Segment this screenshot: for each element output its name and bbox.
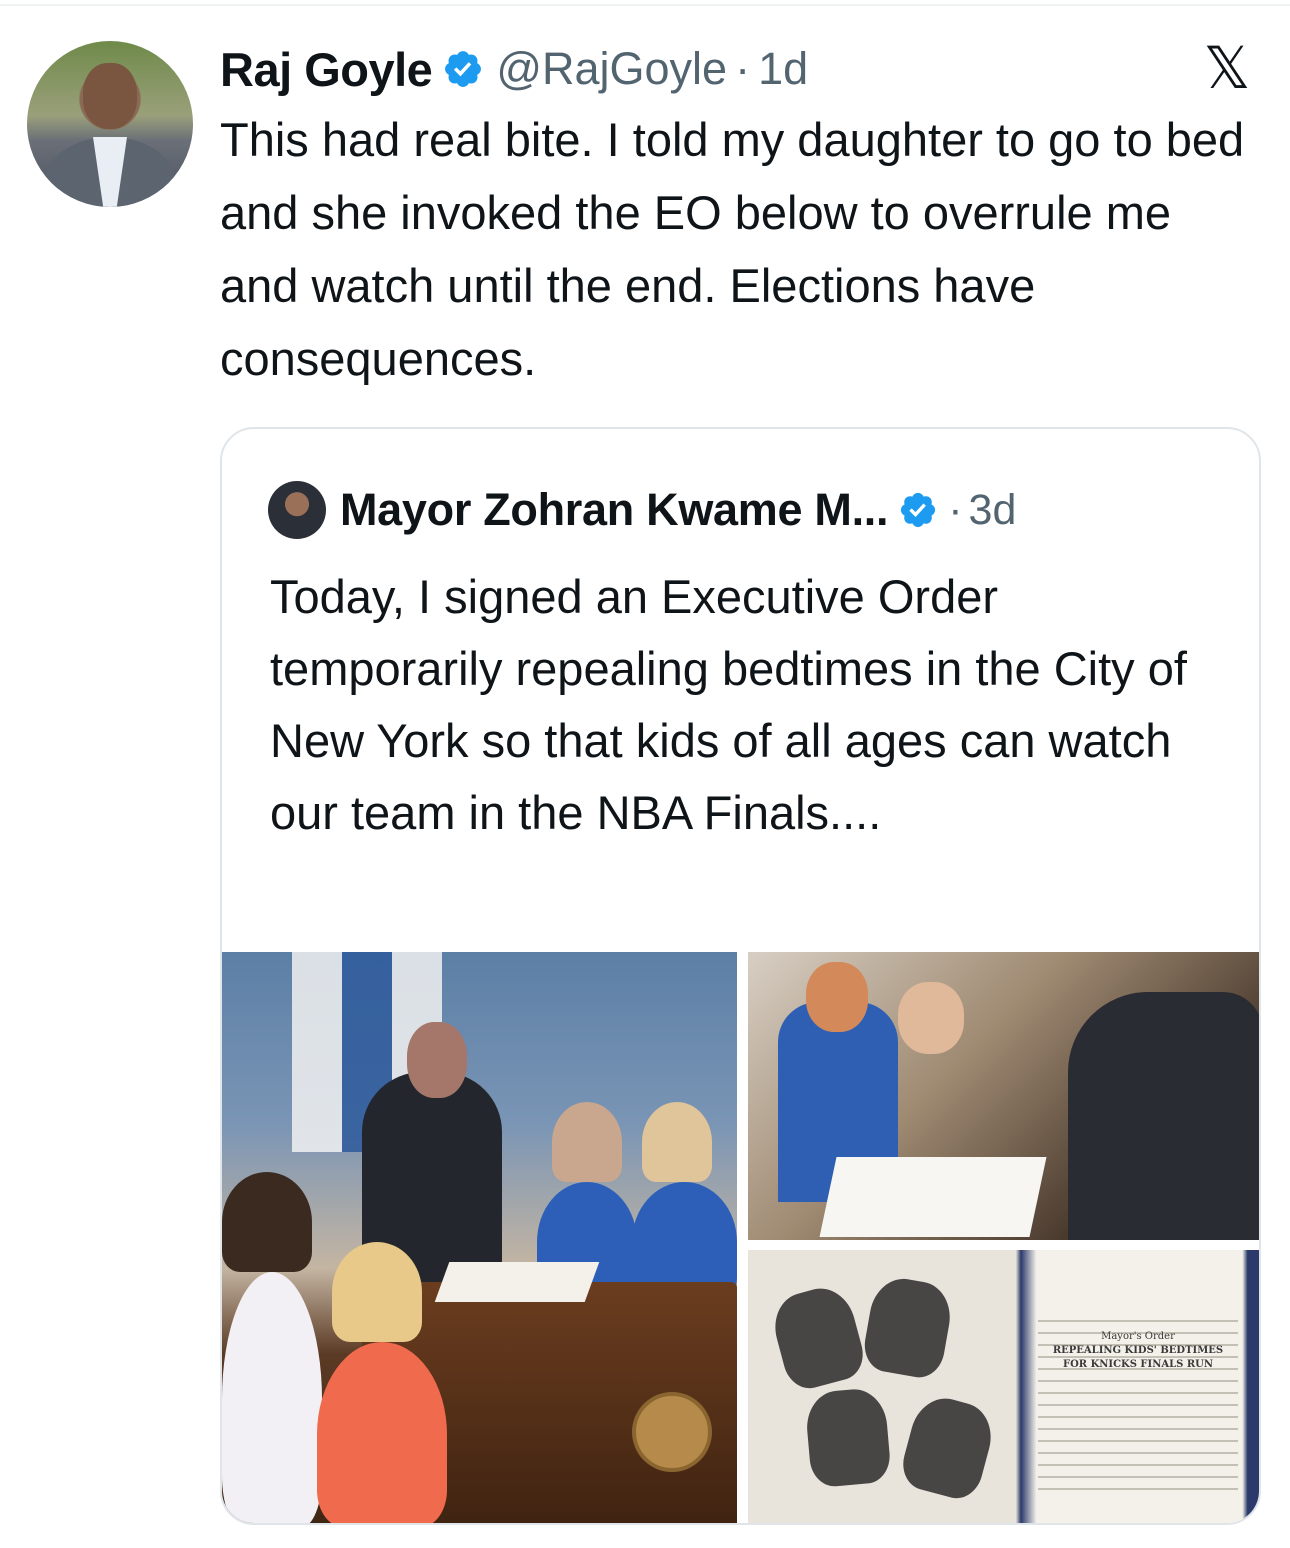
quoted-tweet-time[interactable]: 3d [969,486,1017,535]
quoted-tweet-text: Today, I signed an Executive Order tempo… [270,570,1187,839]
verified-badge-icon [901,492,936,528]
tweet-text: This had real bite. I told my daughter t… [220,113,1245,385]
separator-dot: · [735,43,751,94]
order-heading-line-2: FOR KNICKS FINALS RUN [1062,1359,1214,1370]
quoted-author-name[interactable]: Mayor Zohran Kwame M... [340,484,889,536]
top-divider [0,4,1290,6]
x-logo-icon[interactable]: 𝕏 [1196,39,1258,97]
media-grid: Mayor's Order REPEALING KIDS' BEDTIMES F… [222,952,1259,1523]
photo-kids-signing-order[interactable] [748,952,1259,1240]
quoted-tweet-header: Mayor Zohran Kwame M... · 3d [268,481,1016,539]
author-handle[interactable]: @RajGoyle [496,43,727,95]
order-document-title: Mayor's Order REPEALING KIDS' BEDTIMES F… [1038,1330,1238,1372]
tweet-header: Raj Goyle @RajGoyle · 1d [220,34,808,104]
photo-handprints-and-mayors-order[interactable]: Mayor's Order REPEALING KIDS' BEDTIMES F… [748,1250,1259,1523]
verified-badge-icon [445,51,482,87]
quoted-tweet-card[interactable]: Mayor Zohran Kwame M... · 3d Today, I si… [220,427,1261,1525]
order-title-line: Mayor's Order [1101,1331,1175,1342]
author-name[interactable]: Raj Goyle [220,42,433,97]
separator-dot: · [948,485,963,534]
tweet-time[interactable]: 1d [758,43,808,95]
photo-mayor-signing-with-kids[interactable] [222,952,737,1523]
order-heading-line-1: REPEALING KIDS' BEDTIMES [1052,1345,1224,1356]
author-avatar[interactable] [27,41,193,207]
quoted-author-avatar[interactable] [268,481,326,539]
